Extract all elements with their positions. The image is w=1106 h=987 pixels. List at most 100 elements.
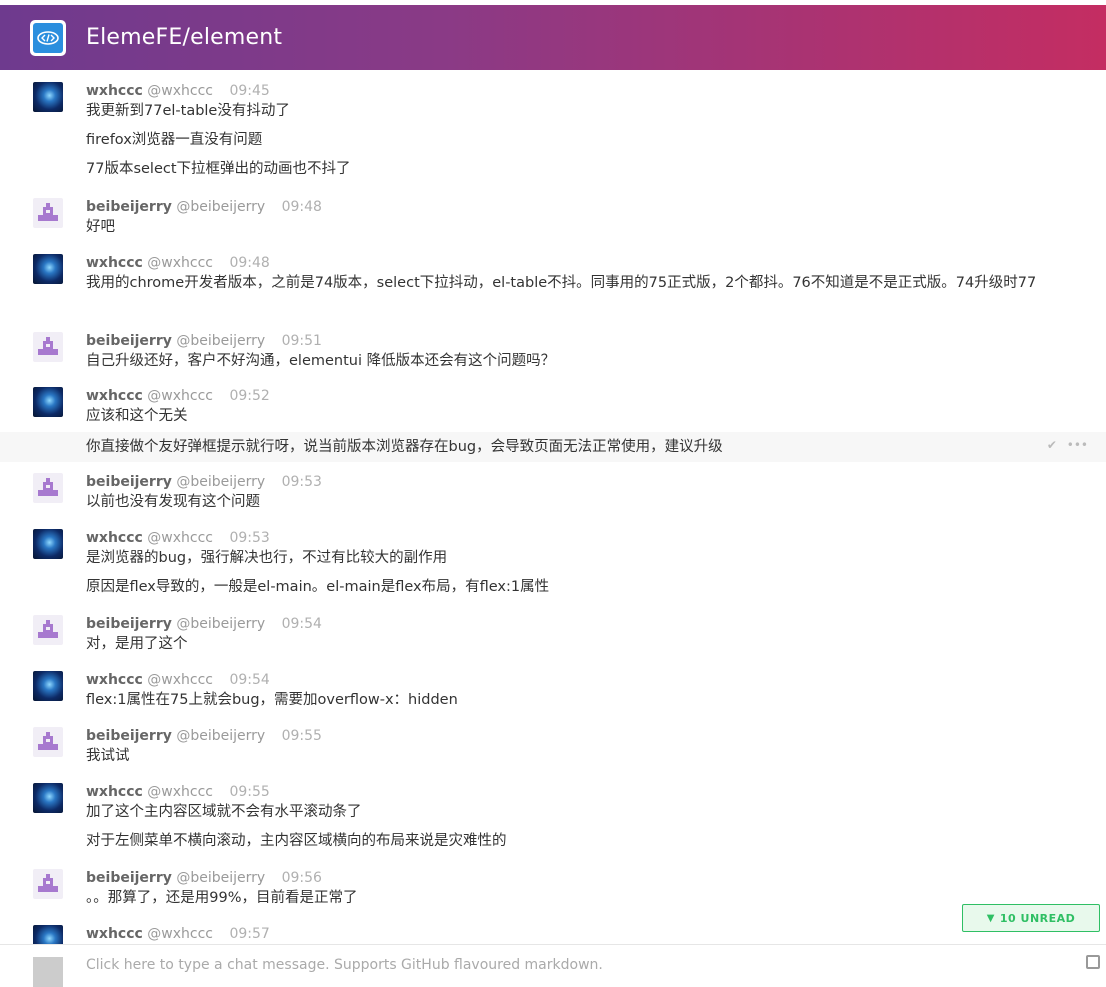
avatar[interactable] <box>33 254 63 284</box>
message-group: beibeijerry @beibeijerry 09:48 好吧 <box>0 196 1106 242</box>
identicon-icon <box>38 337 58 355</box>
message-author[interactable]: wxhccc <box>86 926 143 942</box>
message-time[interactable]: 09:53 <box>282 474 322 490</box>
message-text: firefox浏览器一直没有问题 <box>86 132 263 148</box>
identicon-icon <box>38 478 58 496</box>
avatar[interactable] <box>33 198 63 228</box>
chevron-down-icon: ▼ <box>986 912 995 924</box>
unread-indicator-button[interactable]: ▼ 10 UNREAD <box>962 904 1100 932</box>
message-author[interactable]: wxhccc <box>86 388 143 404</box>
message-text: 以前也没有发现有这个问题 <box>86 494 260 510</box>
avatar[interactable] <box>33 82 63 112</box>
message-text: flex:1属性在75上就会bug，需要加overflow-x：hidden <box>86 692 458 708</box>
compose-mode-icon[interactable] <box>1086 955 1100 969</box>
message-author[interactable]: wxhccc <box>86 530 143 546</box>
message-group: wxhccc @wxhccc 09:54 flex:1属性在75上就会bug，需… <box>0 669 1106 715</box>
avatar[interactable] <box>33 473 63 503</box>
message-group: beibeijerry @beibeijerry 09:54 对，是用了这个 <box>0 613 1106 659</box>
message-author[interactable]: wxhccc <box>86 672 143 688</box>
room-header: ElemeFE/element <box>0 5 1106 70</box>
message-text: 77版本select下拉框弹出的动画也不抖了 <box>86 161 351 177</box>
avatar[interactable] <box>33 869 63 899</box>
message-handle[interactable]: @beibeijerry <box>176 616 265 632</box>
message-handle[interactable]: @beibeijerry <box>176 199 265 215</box>
message-time[interactable]: 09:54 <box>282 616 322 632</box>
avatar[interactable] <box>33 783 63 813</box>
message-text: 对，是用了这个 <box>86 636 188 652</box>
identicon-icon <box>38 732 58 750</box>
message-author[interactable]: wxhccc <box>86 83 143 99</box>
message-time[interactable]: 09:48 <box>229 255 269 271</box>
avatar <box>33 957 63 987</box>
chat-input-placeholder[interactable]: Click here to type a chat message. Suppo… <box>86 957 603 973</box>
message-group: beibeijerry @beibeijerry 09:55 我试试 <box>0 725 1106 771</box>
message-handle[interactable]: @wxhccc <box>147 672 213 688</box>
message-group: wxhccc @wxhccc 09:55 加了这个主内容区域就不会有水平滚动条了… <box>0 781 1106 855</box>
message-time[interactable]: 09:53 <box>229 530 269 546</box>
message-text: 对于左侧菜单不横向滚动，主内容区域横向的布局来说是灾难性的 <box>86 833 507 849</box>
avatar[interactable] <box>33 332 63 362</box>
message-author[interactable]: beibeijerry <box>86 728 172 744</box>
message-time[interactable]: 09:45 <box>229 83 269 99</box>
message-time[interactable]: 09:54 <box>229 672 269 688</box>
room-avatar[interactable] <box>30 19 66 56</box>
message-group: wxhccc @wxhccc 09:45 我更新到77el-table没有抖动了… <box>0 80 1106 180</box>
message-text: 我试试 <box>86 748 130 764</box>
message-author[interactable]: beibeijerry <box>86 199 172 215</box>
room-title[interactable]: ElemeFE/element <box>86 25 282 50</box>
message-handle[interactable]: @beibeijerry <box>176 870 265 886</box>
message-handle[interactable]: @wxhccc <box>147 926 213 942</box>
message-handle[interactable]: @wxhccc <box>147 83 213 99</box>
message-text: 我更新到77el-table没有抖动了 <box>86 103 290 119</box>
message-handle[interactable]: @wxhccc <box>147 784 213 800</box>
message-time[interactable]: 09:57 <box>229 926 269 942</box>
avatar[interactable] <box>33 615 63 645</box>
avatar[interactable] <box>33 727 63 757</box>
message-group: wxhccc @wxhccc 09:52 应该和这个无关 <box>0 385 1106 431</box>
message-group: beibeijerry @beibeijerry 09:51 自己升级还好，客户… <box>0 330 1106 376</box>
message-text: 是浏览器的bug，强行解决也行，不过有比较大的副作用 <box>86 550 448 566</box>
message-time[interactable]: 09:55 <box>282 728 322 744</box>
message-group: beibeijerry @beibeijerry 09:53 以前也没有发现有这… <box>0 471 1106 517</box>
identicon-icon <box>38 203 58 221</box>
message-text: 好吧 <box>86 219 115 235</box>
message-handle[interactable]: @wxhccc <box>147 530 213 546</box>
message-author[interactable]: beibeijerry <box>86 333 172 349</box>
message-group: wxhccc @wxhccc 09:48 我用的chrome开发者版本，之前是7… <box>0 252 1106 318</box>
message-time[interactable]: 09:51 <box>282 333 322 349</box>
message-actions[interactable]: ✔ ••• <box>1047 438 1088 452</box>
message-handle[interactable]: @beibeijerry <box>176 474 265 490</box>
message-author[interactable]: beibeijerry <box>86 474 172 490</box>
message-author[interactable]: beibeijerry <box>86 870 172 886</box>
message-author[interactable]: wxhccc <box>86 255 143 271</box>
message-time[interactable]: 09:52 <box>229 388 269 404</box>
message-handle[interactable]: @beibeijerry <box>176 728 265 744</box>
avatar[interactable] <box>33 529 63 559</box>
message-text: 我用的chrome开发者版本，之前是74版本，select下拉抖动，el-tab… <box>86 275 1037 291</box>
message-text: 应该和这个无关 <box>86 408 188 424</box>
message-row-hover[interactable]: 你直接做个友好弹框提示就行呀，说当前版本浏览器存在bug，会导致页面无法正常使用… <box>0 432 1106 462</box>
identicon-icon <box>38 874 58 892</box>
identicon-icon <box>38 620 58 638</box>
message-author[interactable]: wxhccc <box>86 784 143 800</box>
message-text: 加了这个主内容区域就不会有水平滚动条了 <box>86 804 362 820</box>
message-text: 你直接做个友好弹框提示就行呀，说当前版本浏览器存在bug，会导致页面无法正常使用… <box>86 439 723 455</box>
code-brackets-icon <box>33 22 63 53</box>
message-handle[interactable]: @beibeijerry <box>176 333 265 349</box>
more-icon[interactable]: ••• <box>1067 438 1088 452</box>
chat-message-list[interactable]: wxhccc @wxhccc 09:45 我更新到77el-table没有抖动了… <box>0 70 1106 964</box>
message-time[interactable]: 09:55 <box>229 784 269 800</box>
avatar[interactable] <box>33 671 63 701</box>
unread-label: 10 UNREAD <box>999 911 1076 925</box>
message-author[interactable]: beibeijerry <box>86 616 172 632</box>
message-text: 。。那算了，还是用99%，目前看是正常了 <box>86 890 358 906</box>
message-time[interactable]: 09:48 <box>282 199 322 215</box>
avatar[interactable] <box>33 387 63 417</box>
message-text: 自己升级还好，客户不好沟通，elementui 降低版本还会有这个问题吗？ <box>86 353 556 369</box>
chat-composer[interactable]: Click here to type a chat message. Suppo… <box>0 944 1106 987</box>
message-handle[interactable]: @wxhccc <box>147 388 213 404</box>
message-time[interactable]: 09:56 <box>282 870 322 886</box>
message-handle[interactable]: @wxhccc <box>147 255 213 271</box>
message-group: beibeijerry @beibeijerry 09:56 。。那算了，还是用… <box>0 867 1106 913</box>
check-icon[interactable]: ✔ <box>1047 438 1057 452</box>
